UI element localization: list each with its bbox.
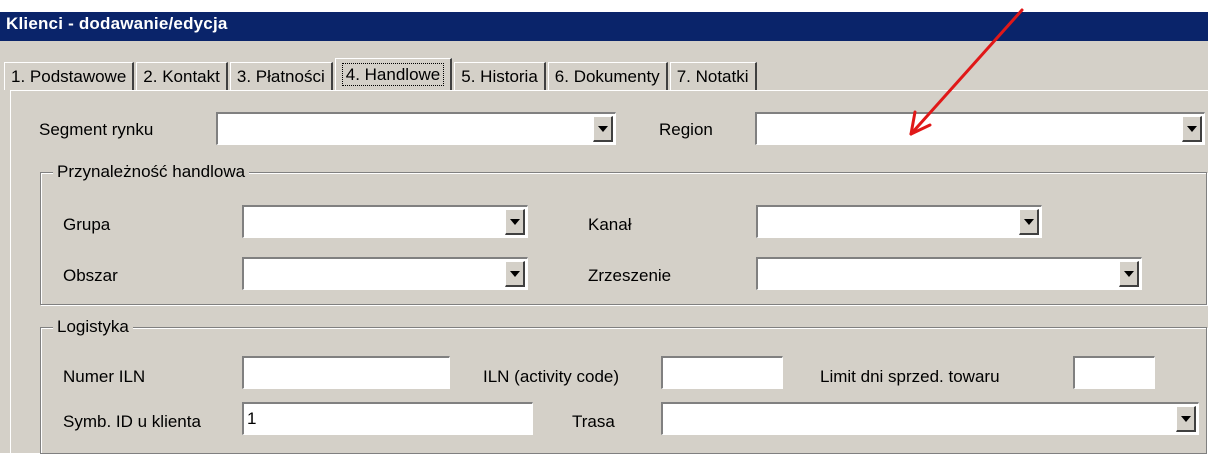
limit-dni-label: Limit dni sprzed. towaru: [820, 367, 1000, 386]
title-bar: Klienci - dodawanie/edycja: [0, 0, 1208, 41]
przynaleznosc-group: Przynależność handlowa Grupa Kanał Obsza…: [40, 162, 1207, 305]
region-select[interactable]: [755, 112, 1205, 145]
kanal-select[interactable]: [756, 205, 1042, 238]
chevron-down-icon[interactable]: [505, 261, 525, 287]
tab-kontakt[interactable]: 2. Kontakt: [136, 62, 228, 90]
chevron-down-icon[interactable]: [1019, 209, 1039, 235]
chevron-down-icon[interactable]: [505, 209, 525, 235]
przynaleznosc-legend: Przynależność handlowa: [53, 162, 250, 182]
chevron-down-icon[interactable]: [593, 116, 613, 142]
symb-id-label: Symb. ID u klienta: [63, 412, 201, 431]
logistyka-legend: Logistyka: [53, 317, 133, 337]
zrzeszenie-label: Zrzeszenie: [588, 266, 672, 285]
grupa-label: Grupa: [63, 215, 111, 234]
segment-rynku-select[interactable]: [216, 112, 616, 145]
limit-dni-input[interactable]: [1073, 356, 1155, 389]
zrzeszenie-select[interactable]: [756, 257, 1142, 290]
tab-dokumenty[interactable]: 6. Dokumenty: [547, 62, 668, 90]
tab-handlowe-label: 4. Handlowe: [341, 63, 445, 86]
tab-strip: 1. Podstawowe 2. Kontakt 3. Płatności 4.…: [4, 58, 759, 90]
obszar-select[interactable]: [242, 257, 528, 290]
tab-notatki[interactable]: 7. Notatki: [669, 62, 757, 90]
iln-activity-input[interactable]: [661, 356, 783, 389]
chevron-down-icon[interactable]: [1176, 406, 1196, 432]
trasa-select[interactable]: [661, 402, 1199, 435]
kanal-label: Kanał: [588, 215, 632, 234]
segment-rynku-label: Segment rynku: [39, 120, 154, 139]
region-label: Region: [659, 120, 713, 139]
tab-historia[interactable]: 5. Historia: [454, 62, 546, 90]
logistyka-group: Logistyka Numer ILN ILN (activity code) …: [40, 317, 1207, 454]
obszar-label: Obszar: [63, 266, 118, 285]
numer-iln-label: Numer ILN: [63, 367, 146, 386]
iln-activity-label: ILN (activity code): [483, 367, 620, 386]
tab-podstawowe[interactable]: 1. Podstawowe: [4, 62, 135, 90]
numer-iln-input[interactable]: [242, 356, 450, 389]
symb-id-input[interactable]: [242, 402, 533, 435]
window-title: Klienci - dodawanie/edycja: [6, 14, 228, 33]
chevron-down-icon[interactable]: [1119, 261, 1139, 287]
trasa-label: Trasa: [572, 412, 615, 431]
chevron-down-icon[interactable]: [1182, 116, 1202, 142]
tab-platnosci[interactable]: 3. Płatności: [229, 62, 333, 90]
tab-page-handlowe: Segment rynku Region Przynależność handl…: [10, 90, 1208, 454]
grupa-select[interactable]: [242, 205, 528, 238]
tab-handlowe[interactable]: 4. Handlowe: [334, 58, 453, 90]
